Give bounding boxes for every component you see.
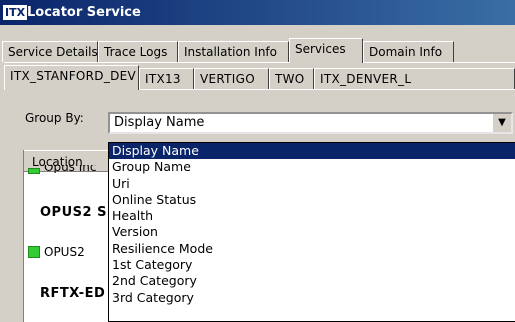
window-title: Locator Service — [27, 5, 141, 20]
tab-services[interactable]: Services — [289, 38, 363, 63]
option-uri[interactable]: Uri — [109, 176, 515, 192]
group-by-select[interactable]: Display Name ▼ — [108, 112, 513, 134]
tab-service-details[interactable]: Service Details — [2, 41, 98, 62]
option-version[interactable]: Version — [109, 224, 515, 240]
option-1st-category[interactable]: 1st Category — [109, 257, 515, 273]
tab-panel-border — [4, 62, 515, 63]
group-by-dropdown-list: Display Name Group Name Uri Online Statu… — [108, 142, 515, 322]
option-display-name[interactable]: Display Name — [109, 143, 515, 160]
grid-group-row[interactable]: OPUS2 S — [40, 205, 109, 220]
option-3rd-category[interactable]: 3rd Category — [109, 290, 515, 306]
app-logo-icon: ITX — [3, 5, 28, 20]
group-by-label: Group By: — [25, 111, 84, 125]
chevron-down-icon[interactable]: ▼ — [492, 114, 511, 132]
services-grid: Location Opus Inc OPUS2 S OPUS2 RFTX-ED — [23, 150, 109, 322]
tab-trace-logs[interactable]: Trace Logs — [98, 41, 178, 62]
main-tab-strip: Service Details Trace Logs Installation … — [0, 38, 515, 63]
tab-installation-info[interactable]: Installation Info — [178, 41, 289, 62]
option-resilience-mode[interactable]: Resilience Mode — [109, 241, 515, 257]
option-online-status[interactable]: Online Status — [109, 192, 515, 208]
tab-itx-stanford-dev[interactable]: ITX_STANFORD_DEV — [4, 65, 139, 90]
status-indicator-icon — [28, 246, 40, 258]
grid-row-partial: Opus Inc — [44, 165, 97, 173]
tab-itx13[interactable]: ITX13 — [139, 68, 194, 89]
group-by-selected-value: Display Name — [114, 115, 205, 130]
grid-group-row[interactable]: RFTX-ED — [40, 286, 109, 301]
tab-vertigo[interactable]: VERTIGO — [194, 68, 269, 89]
tab-itx-denver[interactable]: ITX_DENVER_L — [314, 68, 515, 89]
tab-two[interactable]: TWO — [269, 68, 314, 89]
status-indicator-icon — [28, 168, 40, 174]
tab-domain-info[interactable]: Domain Info — [363, 41, 454, 62]
option-health[interactable]: Health — [109, 208, 515, 224]
option-2nd-category[interactable]: 2nd Category — [109, 273, 515, 289]
title-bar: ITX Locator Service — [0, 0, 515, 25]
option-group-name[interactable]: Group Name — [109, 159, 515, 175]
grid-row[interactable]: OPUS2 — [44, 245, 109, 259]
environment-tab-strip: ITX_STANFORD_DEV ITX13 VERTIGO TWO ITX_D… — [0, 65, 515, 90]
